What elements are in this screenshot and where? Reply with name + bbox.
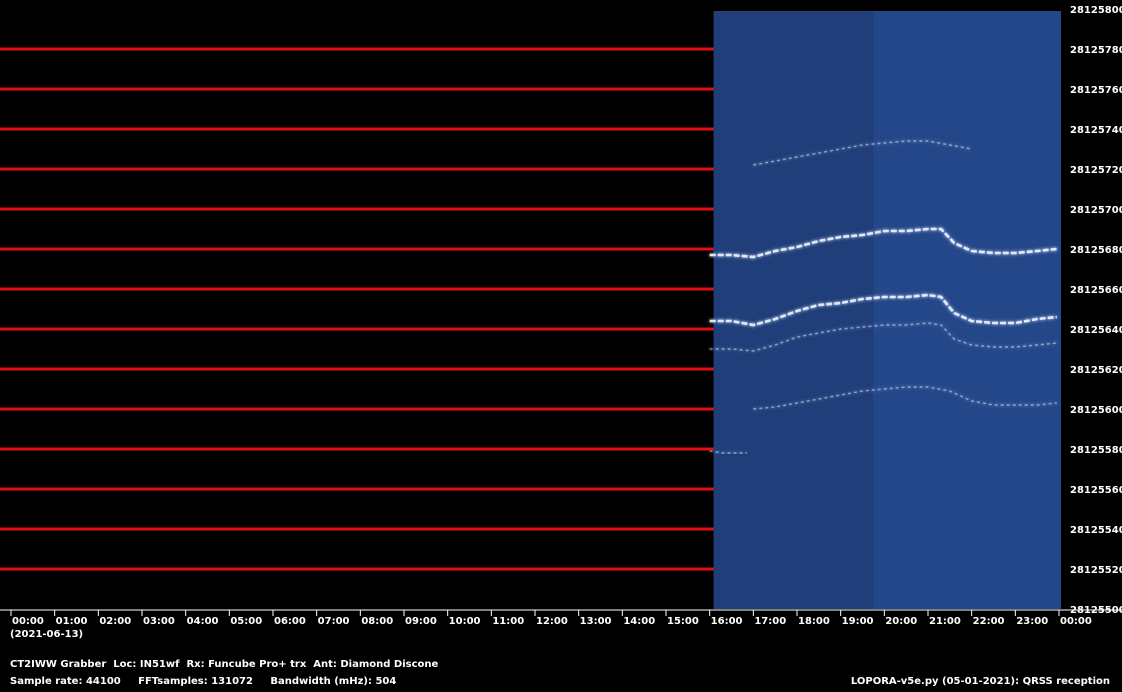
y-tick-label: 28125580 <box>1070 445 1122 456</box>
x-tick-label: 00:00 <box>1060 616 1092 627</box>
x-tick-label: 14:00 <box>623 616 655 627</box>
y-tick-label: 28125600 <box>1070 405 1122 416</box>
x-tick-label: 16:00 <box>711 616 743 627</box>
spectrogram-chart: 2812550028125520281255402812556028125580… <box>0 5 1122 640</box>
software-version: LOPORA-v5e.py (05-01-2021): QRSS recepti… <box>850 676 1110 687</box>
x-tick-label: 18:00 <box>798 616 830 627</box>
y-tick-label: 28125720 <box>1070 165 1122 176</box>
x-tick-label: 03:00 <box>143 616 175 627</box>
x-tick-label: 20:00 <box>885 616 917 627</box>
x-tick-label: 07:00 <box>318 616 350 627</box>
x-tick-label: 11:00 <box>492 616 524 627</box>
y-tick-label: 28125740 <box>1070 125 1122 136</box>
x-tick-label: 05:00 <box>230 616 262 627</box>
x-tick-label: 02:00 <box>99 616 131 627</box>
x-tick-label: 04:00 <box>187 616 219 627</box>
x-tick-label: 06:00 <box>274 616 306 627</box>
y-tick-label: 28125680 <box>1070 245 1122 256</box>
x-tick-label: 09:00 <box>405 616 437 627</box>
x-tick-label: 08:00 <box>361 616 393 627</box>
y-tick-label: 28125660 <box>1070 285 1122 296</box>
y-tick-label: 28125760 <box>1070 85 1122 96</box>
y-tick-label: 28125800 <box>1070 5 1122 16</box>
x-tick-label: 13:00 <box>580 616 612 627</box>
x-tick-label: 10:00 <box>449 616 481 627</box>
x-tick-label: 00:00 <box>12 616 44 627</box>
x-tick-label: 12:00 <box>536 616 568 627</box>
date-label: (2021-06-13) <box>10 629 83 640</box>
x-tick-label: 23:00 <box>1016 616 1048 627</box>
x-tick-label: 15:00 <box>667 616 699 627</box>
x-tick-label: 19:00 <box>842 616 874 627</box>
y-tick-label: 28125540 <box>1070 525 1122 536</box>
x-tick-label: 21:00 <box>929 616 961 627</box>
x-tick-label: 17:00 <box>754 616 786 627</box>
y-tick-label: 28125620 <box>1070 365 1122 376</box>
y-tick-label: 28125700 <box>1070 205 1122 216</box>
spectrogram-dim-band <box>713 11 874 609</box>
x-tick-label: 01:00 <box>56 616 88 627</box>
station-info: CT2IWW Grabber Loc: IN51wf Rx: Funcube P… <box>10 659 439 670</box>
y-tick-label: 28125520 <box>1070 565 1122 576</box>
y-tick-label: 28125780 <box>1070 45 1122 56</box>
y-tick-label: 28125640 <box>1070 325 1122 336</box>
x-tick-label: 22:00 <box>973 616 1005 627</box>
y-tick-label: 28125560 <box>1070 485 1122 496</box>
acquisition-parameters: Sample rate: 44100 FFTsamples: 131072 Ba… <box>10 676 397 687</box>
